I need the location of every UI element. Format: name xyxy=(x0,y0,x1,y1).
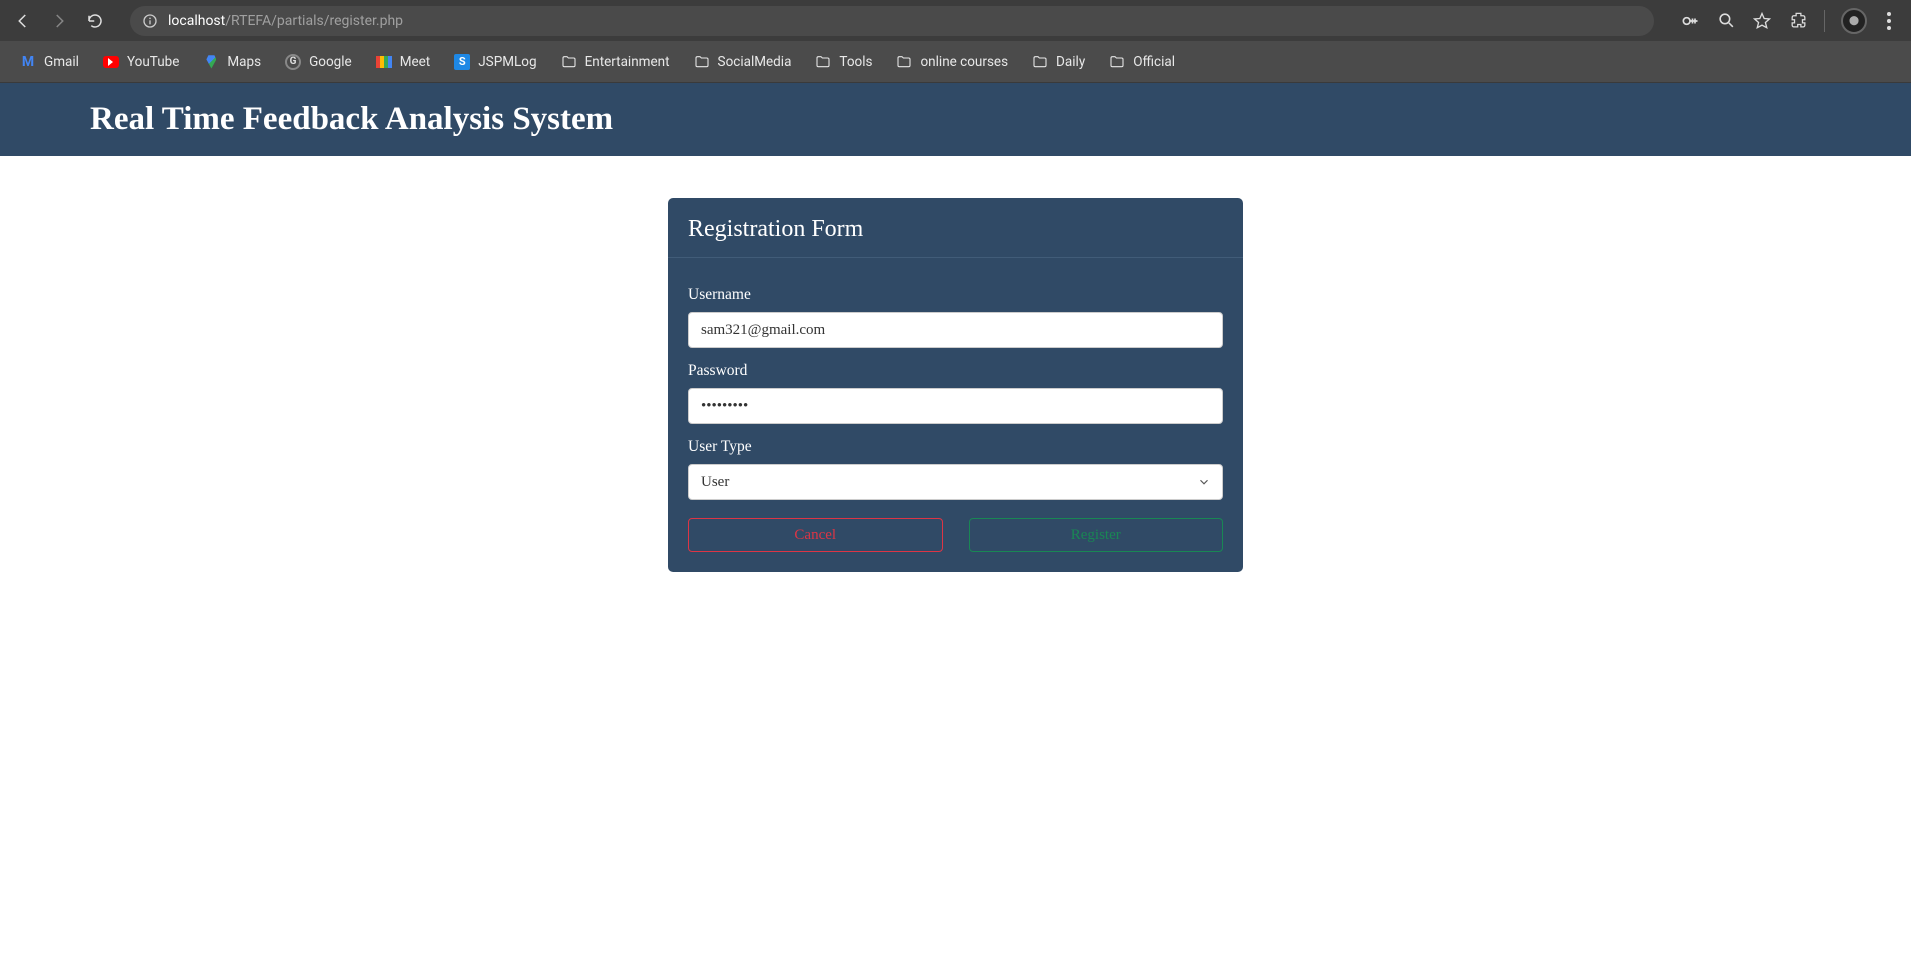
bookmark-label: Daily xyxy=(1056,54,1085,70)
password-label: Password xyxy=(688,362,1223,380)
bookmark-label: online courses xyxy=(920,54,1008,70)
forward-icon[interactable] xyxy=(50,12,68,30)
s-badge-icon: S xyxy=(454,54,470,70)
bookmark-label: Maps xyxy=(227,54,261,70)
back-icon[interactable] xyxy=(14,12,32,30)
bookmark-star-icon[interactable] xyxy=(1752,11,1772,31)
usertype-label: User Type xyxy=(688,438,1223,456)
page-header: Real Time Feedback Analysis System xyxy=(0,83,1911,156)
folder-icon xyxy=(896,54,912,70)
zoom-icon[interactable] xyxy=(1716,11,1736,31)
bookmark-jspmlog[interactable]: S JSPMLog xyxy=(444,48,546,76)
folder-icon xyxy=(694,54,710,70)
folder-icon xyxy=(1032,54,1048,70)
bookmark-entertainment[interactable]: Entertainment xyxy=(551,48,680,76)
google-icon: G xyxy=(285,54,301,70)
register-button[interactable]: Register xyxy=(969,518,1224,552)
bookmark-meet[interactable]: Meet xyxy=(366,48,441,76)
menu-icon[interactable] xyxy=(1883,12,1895,30)
bookmark-google[interactable]: G Google xyxy=(275,48,362,76)
info-icon xyxy=(142,13,158,29)
card-body: Username Password User Type User Cancel … xyxy=(668,258,1243,572)
folder-icon xyxy=(815,54,831,70)
bookmark-label: Official xyxy=(1133,54,1175,70)
page-content: Registration Form Username Password User… xyxy=(0,156,1911,572)
bookmark-daily[interactable]: Daily xyxy=(1022,48,1095,76)
bookmark-label: SocialMedia xyxy=(718,54,792,70)
profile-avatar[interactable]: ⬤ xyxy=(1841,8,1867,34)
maps-icon xyxy=(203,54,219,70)
bookmark-label: Gmail xyxy=(44,54,79,70)
bookmark-socialmedia[interactable]: SocialMedia xyxy=(684,48,802,76)
bookmark-label: Google xyxy=(309,54,352,70)
bookmark-label: Tools xyxy=(839,54,872,70)
bookmark-official[interactable]: Official xyxy=(1099,48,1185,76)
bookmark-label: Meet xyxy=(400,54,431,70)
password-key-icon[interactable] xyxy=(1680,11,1700,31)
page-title: Real Time Feedback Analysis System xyxy=(90,101,1911,138)
youtube-icon xyxy=(103,54,119,70)
address-bar[interactable]: localhost/RTEFA/partials/register.php xyxy=(130,6,1654,36)
username-input[interactable] xyxy=(688,312,1223,348)
usertype-select[interactable]: User xyxy=(688,464,1223,500)
bookmark-label: Entertainment xyxy=(585,54,670,70)
browser-toolbar: localhost/RTEFA/partials/register.php ⬤ xyxy=(0,0,1911,41)
bookmark-label: YouTube xyxy=(127,54,179,70)
extensions-icon[interactable] xyxy=(1788,11,1808,31)
meet-icon xyxy=(376,54,392,70)
bookmark-online-courses[interactable]: online courses xyxy=(886,48,1018,76)
card-title: Registration Form xyxy=(668,198,1243,258)
toolbar-right: ⬤ xyxy=(1680,8,1903,34)
username-label: Username xyxy=(688,286,1223,304)
url-text: localhost/RTEFA/partials/register.php xyxy=(168,13,403,29)
bookmark-gmail[interactable]: M Gmail xyxy=(10,48,89,76)
reload-icon[interactable] xyxy=(86,12,104,30)
bookmark-maps[interactable]: Maps xyxy=(193,48,271,76)
bookmark-youtube[interactable]: YouTube xyxy=(93,48,189,76)
gmail-icon: M xyxy=(20,54,36,70)
cancel-button[interactable]: Cancel xyxy=(688,518,943,552)
separator xyxy=(1824,10,1825,32)
bookmarks-bar: M Gmail YouTube Maps G Google Meet S JSP… xyxy=(0,41,1911,83)
folder-icon xyxy=(1109,54,1125,70)
bookmark-label: JSPMLog xyxy=(478,54,536,70)
registration-card: Registration Form Username Password User… xyxy=(668,198,1243,572)
folder-icon xyxy=(561,54,577,70)
bookmark-tools[interactable]: Tools xyxy=(805,48,882,76)
password-input[interactable] xyxy=(688,388,1223,424)
